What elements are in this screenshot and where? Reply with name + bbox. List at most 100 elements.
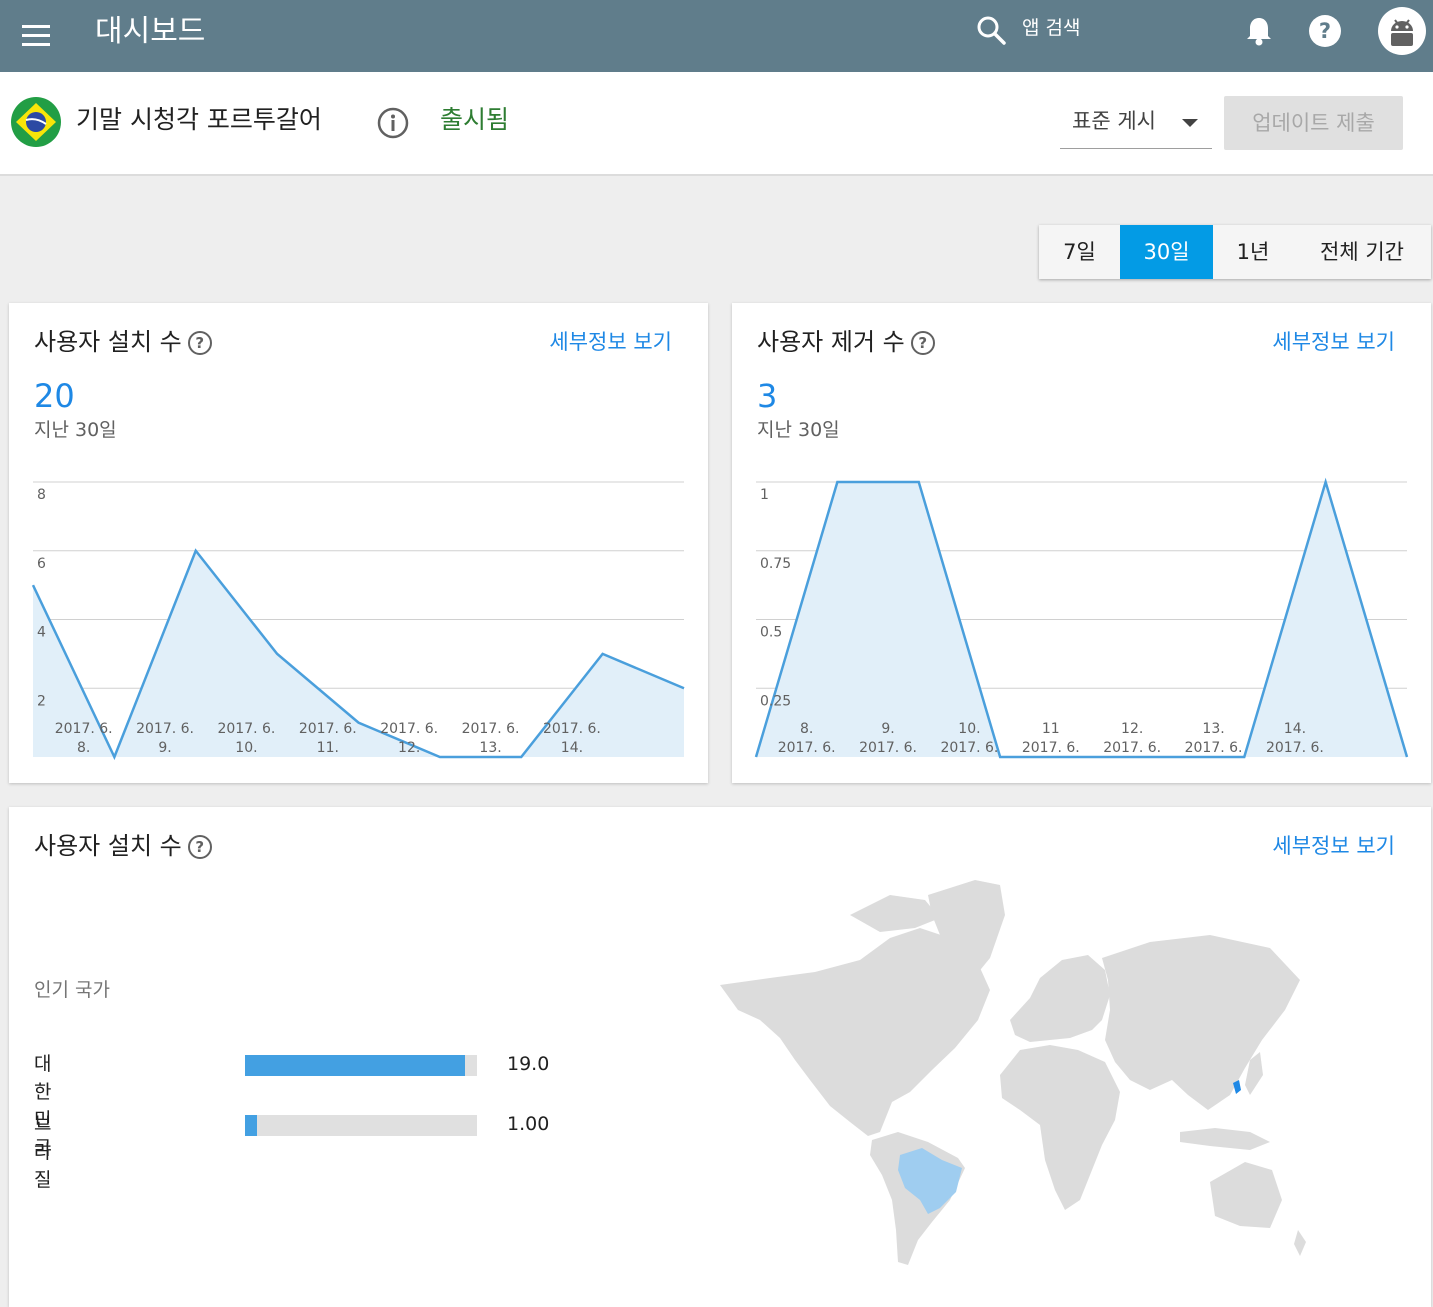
help-circle-icon[interactable]: ? — [187, 835, 212, 859]
chevron-down-icon — [1182, 119, 1198, 127]
map-africa — [1000, 1045, 1120, 1210]
installs-x-tick-label: 2017. 6. — [55, 721, 113, 737]
installs-chart[interactable]: 8 6 4 2 2017. 6. 8. 2017. 6. 9. 2017. 6. 10. 2017.… — [9, 471, 708, 771]
search-icon[interactable] — [975, 14, 1007, 46]
installs-x-tick-label: 9. — [158, 740, 171, 756]
uninstalls-x-tick-label: 2017. 6. — [1266, 740, 1324, 756]
uninstalls-x-tick-label: 13. — [1202, 721, 1224, 737]
installs-data-point — [193, 548, 199, 554]
map-north-america — [720, 928, 990, 1136]
help-circle-icon[interactable]: ? — [187, 331, 212, 355]
countries-card-header: 사용자 설치 수? — [34, 829, 212, 863]
countries-title: 사용자 설치 수 — [34, 832, 182, 860]
installs-total: 20 — [34, 377, 75, 415]
notifications-bell-icon[interactable] — [1242, 14, 1276, 48]
help-icon[interactable]: ? — [1307, 13, 1343, 49]
installs-x-tick-label: 2017. 6. — [299, 721, 357, 737]
top-countries-heading: 인기 국가 — [34, 979, 110, 1001]
uninstalls-total: 3 — [757, 377, 778, 415]
installs-x-tick-label: 10. — [235, 740, 257, 756]
uninstalls-card: 사용자 제거 수? 세부정보 보기 3 지난 30일 1 0.75 0.5 0.25 8… — [732, 303, 1431, 783]
android-avatar-icon[interactable] — [1378, 7, 1426, 55]
installs-y-tick-label: 6 — [37, 556, 46, 572]
uninstalls-y-tick-label: 0.5 — [760, 625, 782, 641]
installs-x-tick-label: 2017. 6. — [543, 721, 601, 737]
uninstalls-x-tick-label: 10. — [958, 721, 980, 737]
map-australia — [1210, 1162, 1282, 1228]
uninstalls-period: 지난 30일 — [757, 419, 840, 441]
installs-data-point — [111, 754, 117, 760]
country-bar-fill — [245, 1115, 257, 1136]
installs-data-point — [600, 651, 606, 657]
world-map[interactable] — [710, 870, 1310, 1285]
uninstalls-x-tick-label: 14. — [1284, 721, 1306, 737]
installs-card-header: 사용자 설치 수? — [34, 325, 212, 359]
range-all-time[interactable]: 전체 기간 — [1293, 225, 1431, 279]
installs-period: 지난 30일 — [34, 419, 117, 441]
brazil-flag-icon — [10, 96, 62, 148]
range-1-year[interactable]: 1년 — [1213, 225, 1293, 279]
countries-details-link[interactable]: 세부정보 보기 — [1272, 829, 1395, 863]
uninstalls-chart[interactable]: 1 0.75 0.5 0.25 8. 2017. 6. 9. 2017. 6. 10. 2017.… — [732, 471, 1431, 771]
installs-title: 사용자 설치 수 — [34, 328, 182, 356]
uninstalls-x-tick-label: 2017. 6. — [1103, 740, 1161, 756]
installs-y-tick-label: 2 — [37, 693, 46, 709]
uninstalls-x-tick-label: 2017. 6. — [1022, 740, 1080, 756]
uninstalls-y-tick-label: 0.75 — [760, 556, 791, 572]
installs-x-tick-label: 13. — [479, 740, 501, 756]
installs-x-tick-label: 14. — [561, 740, 583, 756]
uninstalls-y-tick-label: 0.25 — [760, 693, 791, 709]
uninstalls-y-tick-label: 1 — [760, 487, 769, 503]
range-7-days[interactable]: 7일 — [1039, 225, 1120, 279]
help-circle-icon[interactable]: ? — [910, 331, 935, 355]
page-title: 대시보드 — [95, 14, 206, 49]
installs-data-point — [437, 754, 443, 760]
info-icon[interactable] — [376, 106, 410, 140]
range-30-days[interactable]: 30일 — [1120, 225, 1213, 279]
country-bar — [245, 1115, 477, 1136]
app-header: 기말 시청각 포르투갈어 출시됨 표준 게시 업데이트 제출 — [0, 72, 1433, 176]
country-bar-fill — [245, 1055, 466, 1076]
uninstalls-data-point — [1404, 754, 1410, 760]
installs-x-tick-label: 2017. 6. — [136, 721, 194, 737]
installs-details-link[interactable]: 세부정보 보기 — [549, 325, 672, 359]
uninstalls-data-point — [916, 479, 922, 485]
installs-x-tick-label: 12. — [398, 740, 420, 756]
uninstalls-x-tick-label: 2017. 6. — [859, 740, 917, 756]
uninstalls-details-link[interactable]: 세부정보 보기 — [1272, 325, 1395, 359]
uninstalls-x-tick-label: 11 — [1042, 721, 1060, 737]
uninstalls-data-point — [1323, 479, 1329, 485]
uninstalls-data-point — [834, 479, 840, 485]
installs-y-tick-label: 8 — [37, 487, 46, 503]
installs-x-tick-label: 8. — [77, 740, 90, 756]
uninstalls-card-header: 사용자 제거 수? — [757, 325, 935, 359]
uninstalls-x-tick-label: 2017. 6. — [778, 740, 836, 756]
map-asia — [1102, 935, 1300, 1110]
uninstalls-x-tick-label: 9. — [881, 721, 894, 737]
installs-x-tick-label: 2017. 6. — [380, 721, 438, 737]
track-dropdown[interactable]: 표준 게시 — [1060, 96, 1212, 149]
installs-x-tick-label: 2017. 6. — [462, 721, 520, 737]
date-range-selector: 7일 30일 1년 전체 기간 — [1039, 225, 1431, 279]
status-badge: 출시됨 — [440, 105, 510, 134]
installs-data-point — [518, 754, 524, 760]
country-bar — [245, 1055, 477, 1076]
top-app-bar: 대시보드 앱 검색 ? — [0, 0, 1433, 72]
uninstalls-data-point — [753, 754, 759, 760]
map-europe — [1010, 955, 1110, 1042]
installs-data-point — [274, 651, 280, 657]
uninstalls-x-tick-label: 8. — [800, 721, 813, 737]
installs-y-tick-label: 4 — [37, 625, 46, 641]
country-value: 1.00 — [507, 1113, 550, 1135]
uninstalls-x-tick-label: 12. — [1121, 721, 1143, 737]
search-app-label[interactable]: 앱 검색 — [1022, 14, 1080, 42]
country-value: 19.0 — [507, 1053, 550, 1075]
uninstalls-x-tick-label: 2017. 6. — [1185, 740, 1243, 756]
menu-icon[interactable] — [18, 18, 54, 54]
submit-update-button[interactable]: 업데이트 제출 — [1224, 96, 1403, 150]
map-indonesia — [1180, 1128, 1270, 1150]
svg-text:?: ? — [1319, 19, 1331, 43]
map-arctic-islands — [850, 895, 940, 932]
track-dropdown-value: 표준 게시 — [1072, 109, 1156, 133]
map-new-zealand — [1294, 1230, 1306, 1256]
